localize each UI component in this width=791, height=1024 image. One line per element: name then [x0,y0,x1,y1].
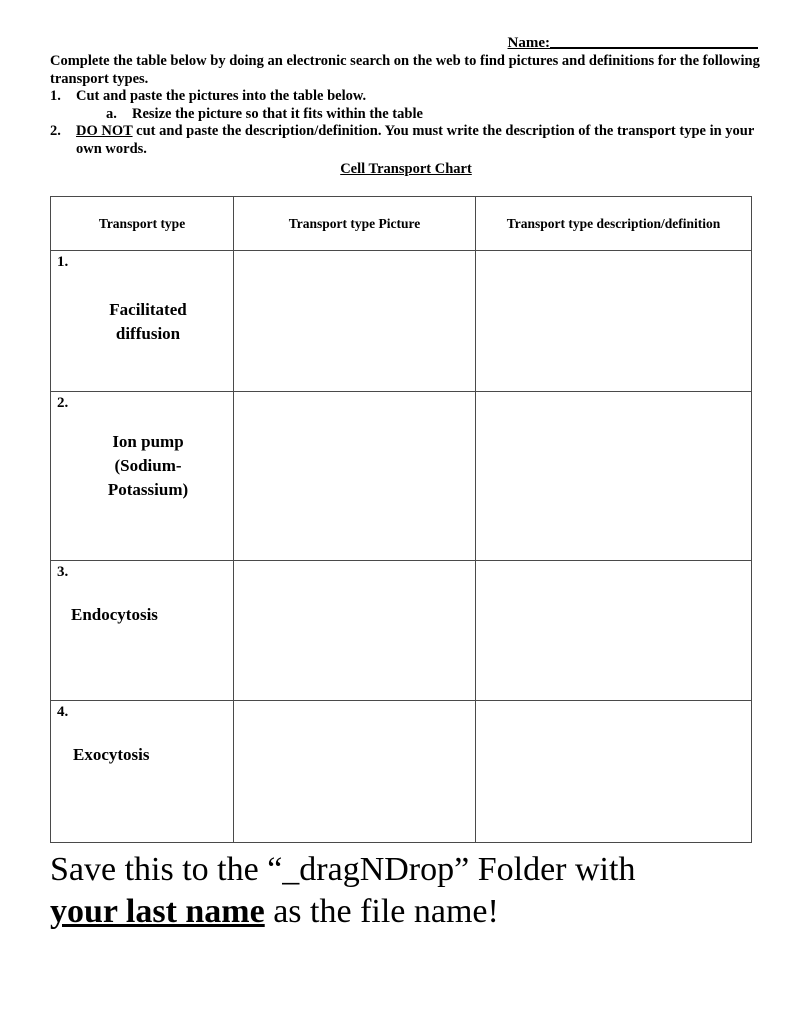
table-header-row: Transport type Transport type Picture Tr… [50,196,752,251]
instruction-list: 1. Cut and paste the pictures into the t… [50,88,762,158]
cell-description-3[interactable] [475,560,752,701]
worksheet-page: Name: Complete the table below by doing … [0,0,791,1024]
cell-transport-table: Transport type Transport type Picture Tr… [50,196,752,843]
transport-type-label-2: Ion pump (Sodium- Potassium) [107,432,189,499]
footer-line-2-rest: as the file name! [264,893,499,930]
cell-description-2[interactable] [475,391,752,561]
row-number-1: 1. [57,254,69,270]
do-not-emphasis: DO NOT [76,123,133,139]
cell-transport-type-2: 2. Ion pump (Sodium- Potassium) [50,391,234,561]
cell-picture-4[interactable] [233,700,476,843]
chart-title-text: Cell Transport Chart [340,161,472,177]
cell-picture-2[interactable] [233,391,476,561]
table-row: 4. Exocytosis [50,700,752,843]
cell-picture-1[interactable] [233,250,476,392]
footer-instruction: Save this to the “_dragNDrop” Folder wit… [50,849,770,933]
instruction-subitem-1a: a. Resize the picture so that it fits wi… [50,106,762,124]
name-field-row: Name: [50,34,758,52]
cell-transport-type-4: 4. Exocytosis [50,700,234,843]
instruction-text-2-rest: cut and paste the description/definition… [76,123,755,157]
column-header-transport-description: Transport type description/definition [475,196,752,251]
column-header-transport-picture: Transport type Picture [233,196,476,251]
table-row: 1. Facilitated diffusion [50,250,752,392]
cell-description-1[interactable] [475,250,752,392]
list-marker-1: 1. [50,88,61,104]
row-number-2: 2. [57,395,69,411]
row-number-3: 3. [57,564,69,580]
transport-type-label-3: Endocytosis [71,605,158,624]
instruction-text-2: DO NOT cut and paste the description/def… [76,123,762,158]
footer-line-1: Save this to the “_dragNDrop” Folder wit… [50,851,636,888]
list-marker-2: 2. [50,123,61,139]
instruction-item-1: 1. Cut and paste the pictures into the t… [50,88,762,106]
intro-paragraph: Complete the table below by doing an ele… [50,53,760,87]
name-field-label: Name: [507,35,550,51]
table-row: 2. Ion pump (Sodium- Potassium) [50,391,752,561]
column-header-transport-type: Transport type [50,196,234,251]
chart-title: Cell Transport Chart [50,161,762,178]
transport-type-label-1: Facilitated diffusion [109,300,187,343]
sublist-marker-1a: a. [106,105,117,122]
row-number-4: 4. [57,704,69,720]
name-field-input[interactable] [550,47,758,49]
cell-transport-type-1: 1. Facilitated diffusion [50,250,234,392]
cell-picture-3[interactable] [233,560,476,701]
instruction-text-1: Cut and paste the pictures into the tabl… [76,88,367,104]
footer-emphasis: your last name [50,893,265,930]
table-row: 3. Endocytosis [50,560,752,701]
instruction-item-2: 2. DO NOT cut and paste the description/… [50,123,762,158]
footer-line-2: your last name as the file name! [50,891,770,933]
cell-description-4[interactable] [475,700,752,843]
cell-transport-type-3: 3. Endocytosis [50,560,234,701]
transport-type-label-4: Exocytosis [73,745,150,764]
instruction-subtext-1a: Resize the picture so that it fits withi… [132,105,423,122]
